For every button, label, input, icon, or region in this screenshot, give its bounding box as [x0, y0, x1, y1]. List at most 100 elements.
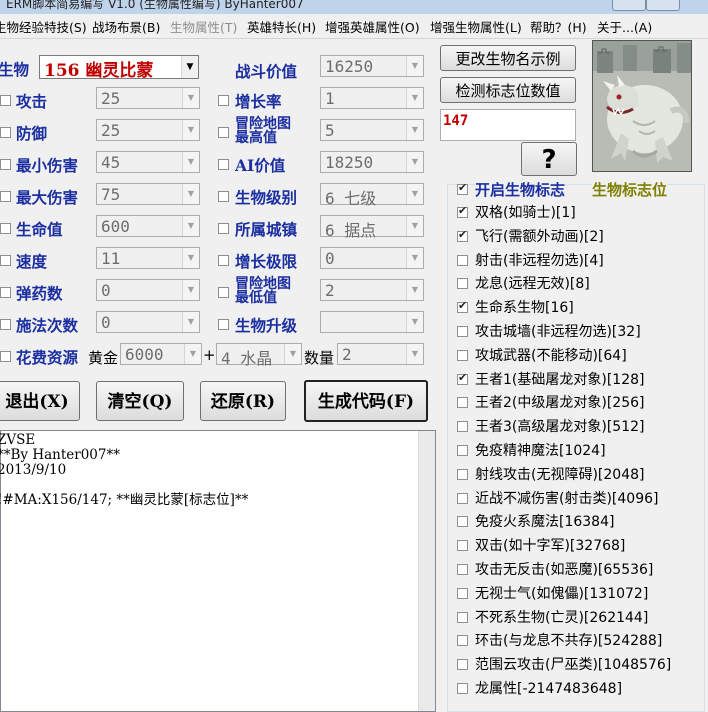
flag-checkbox[interactable]: [457, 516, 468, 528]
restore-button[interactable]: 还原(R): [200, 381, 286, 421]
chevron-down-icon[interactable]: ▼: [182, 152, 199, 172]
flag-checkbox[interactable]: [457, 299, 468, 314]
creature-select[interactable]: 156 幽灵比蒙 ▼: [39, 55, 199, 81]
flag-checkbox[interactable]: [457, 445, 468, 456]
generate-code-button[interactable]: 生成代码(F): [304, 380, 428, 422]
map-min-combo[interactable]: 2 ▼: [320, 279, 424, 301]
flag-checkbox[interactable]: [457, 349, 468, 361]
flag-checkbox[interactable]: [457, 492, 468, 504]
chevron-down-icon[interactable]: ▼: [181, 56, 198, 78]
chevron-down-icon[interactable]: ▼: [406, 216, 423, 236]
upgrade-checkbox[interactable]: [218, 319, 229, 330]
town-combo[interactable]: 6 据点 ▼: [320, 215, 424, 240]
level-checkbox[interactable]: [218, 191, 229, 202]
chevron-down-icon[interactable]: ▼: [182, 312, 199, 332]
flag-checkbox[interactable]: [457, 540, 468, 552]
chevron-down-icon[interactable]: ▼: [406, 312, 423, 332]
chevron-down-icon[interactable]: ▼: [184, 344, 201, 364]
spells-combo[interactable]: 0 ▼: [96, 311, 200, 333]
resource-combo[interactable]: 4 水晶 ▼: [216, 343, 302, 368]
menu-enhance-hero[interactable]: 增强英雄属性(O): [325, 17, 420, 36]
menu-creature-attrs[interactable]: 生物属性(T): [170, 17, 237, 36]
hp-combo[interactable]: 600 ▼: [96, 215, 200, 237]
chevron-down-icon[interactable]: ▼: [284, 344, 301, 364]
chevron-down-icon[interactable]: ▼: [406, 88, 423, 108]
chevron-down-icon[interactable]: ▼: [406, 280, 423, 300]
growth-limit-checkbox[interactable]: [218, 255, 229, 266]
level-combo[interactable]: 6 七级 ▼: [320, 183, 424, 208]
chevron-down-icon[interactable]: ▼: [182, 88, 199, 108]
town-checkbox[interactable]: [218, 223, 229, 234]
flag-checkbox[interactable]: [457, 326, 468, 337]
flag-checkbox[interactable]: [457, 204, 468, 218]
growth-checkbox[interactable]: [218, 95, 229, 106]
flag-checkbox[interactable]: [457, 659, 468, 671]
defense-checkbox[interactable]: [0, 127, 11, 138]
chevron-down-icon[interactable]: ▼: [182, 280, 199, 300]
ai-value-checkbox[interactable]: [218, 159, 229, 170]
hp-checkbox[interactable]: [0, 223, 11, 234]
map-max-checkbox[interactable]: [218, 127, 229, 138]
min-damage-combo[interactable]: 45 ▼: [96, 151, 200, 173]
flag-checkbox[interactable]: [457, 278, 468, 290]
menu-battlefield[interactable]: 战场布景(B): [92, 17, 160, 36]
attack-combo[interactable]: 25 ▼: [96, 87, 200, 109]
enable-flags-checkbox[interactable]: [457, 181, 468, 195]
ammo-combo[interactable]: 0 ▼: [96, 279, 200, 301]
code-output-textarea[interactable]: ZVSE **By Hanter007** 2013/9/10 !#MA:X15…: [0, 430, 436, 712]
spells-checkbox[interactable]: [0, 319, 11, 330]
flag-checkbox[interactable]: [457, 587, 468, 599]
code-scrollbar[interactable]: [418, 431, 435, 711]
flag-value-field[interactable]: 147: [440, 109, 576, 141]
flag-checkbox[interactable]: [457, 397, 468, 409]
chevron-down-icon[interactable]: ▼: [182, 120, 199, 140]
chevron-down-icon[interactable]: ▼: [406, 344, 423, 364]
chevron-down-icon[interactable]: ▼: [406, 120, 423, 140]
flag-checkbox[interactable]: [457, 421, 468, 433]
map-min-checkbox[interactable]: [218, 287, 229, 298]
question-button[interactable]: ?: [521, 142, 577, 176]
flag-checkbox[interactable]: [457, 611, 468, 623]
max-damage-checkbox[interactable]: [0, 191, 11, 202]
flag-checkbox[interactable]: [457, 228, 468, 242]
attack-checkbox[interactable]: [0, 95, 11, 106]
menu-hero-specialty[interactable]: 英雄特长(H): [247, 17, 316, 36]
flag-checkbox[interactable]: [457, 254, 468, 266]
chevron-down-icon[interactable]: ▼: [406, 152, 423, 172]
speed-combo[interactable]: 11 ▼: [96, 247, 200, 269]
growth-limit-combo[interactable]: 0 ▼: [320, 247, 424, 269]
chevron-down-icon[interactable]: ▼: [182, 248, 199, 268]
flag-checkbox[interactable]: [457, 468, 468, 480]
battle-value-combo[interactable]: 16250 ▼: [320, 55, 424, 77]
speed-checkbox[interactable]: [0, 255, 11, 266]
defense-combo[interactable]: 25 ▼: [96, 119, 200, 141]
minimize-button[interactable]: [612, 0, 646, 11]
clear-button[interactable]: 清空(Q): [96, 381, 184, 421]
exit-button[interactable]: 退出(X): [0, 381, 80, 421]
quantity-combo[interactable]: 2 ▼: [337, 343, 424, 365]
chevron-down-icon[interactable]: ▼: [406, 56, 423, 76]
max-damage-combo[interactable]: 75 ▼: [96, 183, 200, 205]
cost-checkbox[interactable]: [0, 351, 11, 362]
ai-value-combo[interactable]: 18250 ▼: [320, 151, 424, 173]
flag-checkbox[interactable]: [457, 564, 468, 575]
chevron-down-icon[interactable]: ▼: [406, 248, 423, 268]
flag-checkbox[interactable]: [457, 371, 468, 385]
flag-checkbox[interactable]: [457, 683, 468, 694]
chevron-down-icon[interactable]: ▼: [406, 184, 423, 204]
menu-creature-exp[interactable]: 生物经验特技(S): [0, 17, 87, 36]
menu-enhance-creature[interactable]: 增强生物属性(L): [430, 17, 522, 36]
menu-help[interactable]: 帮助？(H): [530, 17, 587, 36]
growth-combo[interactable]: 1 ▼: [320, 87, 424, 109]
chevron-down-icon[interactable]: ▼: [182, 184, 199, 204]
detect-flags-button[interactable]: 检测标志位数值: [440, 77, 576, 103]
ammo-checkbox[interactable]: [0, 287, 11, 298]
upgrade-combo[interactable]: ▼: [320, 311, 424, 333]
gold-combo[interactable]: 6000 ▼: [120, 343, 202, 365]
rename-example-button[interactable]: 更改生物名示例: [440, 45, 576, 71]
flag-checkbox[interactable]: [457, 635, 468, 647]
menu-about[interactable]: 关于...(A): [597, 17, 652, 36]
map-max-combo[interactable]: 5 ▼: [320, 119, 424, 141]
maximize-button[interactable]: [646, 0, 680, 11]
chevron-down-icon[interactable]: ▼: [182, 216, 199, 236]
